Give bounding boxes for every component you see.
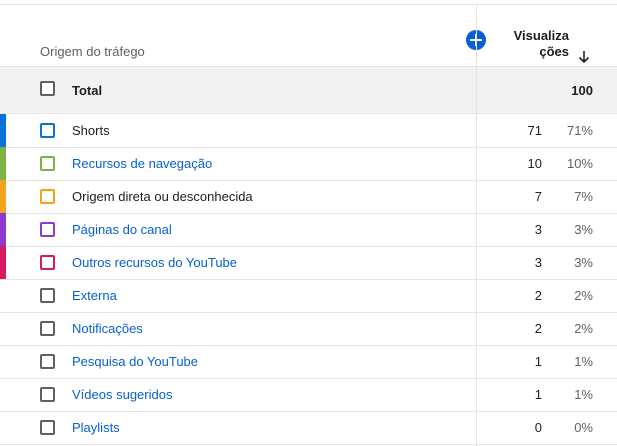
table-row: Recursos de navegação 10 10% xyxy=(0,147,617,181)
series-color-bar xyxy=(0,180,6,213)
row-views-value: 1 xyxy=(534,387,542,402)
row-label[interactable]: Recursos de navegação xyxy=(72,156,212,171)
row-views-value: 1 xyxy=(534,354,542,369)
row-checkbox[interactable] xyxy=(40,420,55,435)
table-row: Shorts 71 71% xyxy=(0,114,617,148)
total-label: Total xyxy=(72,83,103,98)
row-views-value: 3 xyxy=(534,222,542,237)
row-views-percent: 3% xyxy=(574,255,593,270)
row-views-value: 10 xyxy=(527,156,542,171)
table-row: Outros recursos do YouTube 3 3% xyxy=(0,246,617,280)
row-views-value: 0 xyxy=(534,420,542,435)
row-views-value: 2 xyxy=(534,288,542,303)
row-views-percent: 2% xyxy=(574,288,593,303)
row-checkbox[interactable] xyxy=(40,123,55,138)
row-label[interactable]: Outros recursos do YouTube xyxy=(72,255,237,270)
row-label[interactable]: Externa xyxy=(72,288,117,303)
row-checkbox[interactable] xyxy=(40,189,55,204)
row-views-percent: 2% xyxy=(574,321,593,336)
total-checkbox[interactable] xyxy=(40,81,55,96)
table-row: Notificações 2 2% xyxy=(0,312,617,346)
row-views-percent: 0% xyxy=(574,420,593,435)
row-label[interactable]: Vídeos sugeridos xyxy=(72,387,172,402)
column-divider xyxy=(476,4,477,446)
table-row: Externa 2 2% xyxy=(0,279,617,313)
row-views-percent: 3% xyxy=(574,222,593,237)
row-views-value: 2 xyxy=(534,321,542,336)
views-column-header[interactable]: Visualiza ções xyxy=(514,28,569,60)
row-views-percent: 1% xyxy=(574,387,593,402)
row-views-percent: 71% xyxy=(566,123,593,138)
row-label[interactable]: Notificações xyxy=(72,321,143,336)
series-color-bar xyxy=(0,246,6,279)
arrow-down-icon[interactable] xyxy=(578,50,590,64)
row-checkbox[interactable] xyxy=(40,156,55,171)
row-checkbox[interactable] xyxy=(40,354,55,369)
series-color-bar xyxy=(0,147,6,180)
table-row: Origem direta ou desconhecida 7 7% xyxy=(0,180,617,214)
row-label[interactable]: Pesquisa do YouTube xyxy=(72,354,198,369)
row-label[interactable]: Playlists xyxy=(72,420,120,435)
table-header: Origem do tráfego Visualiza ções xyxy=(0,5,617,67)
row-checkbox[interactable] xyxy=(40,255,55,270)
row-label[interactable]: Páginas do canal xyxy=(72,222,172,237)
row-views-percent: 7% xyxy=(574,189,593,204)
row-label: Origem direta ou desconhecida xyxy=(72,189,253,204)
series-color-bar xyxy=(0,213,6,246)
row-views-value: 7 xyxy=(534,189,542,204)
row-views-value: 3 xyxy=(534,255,542,270)
row-views-percent: 1% xyxy=(574,354,593,369)
row-checkbox[interactable] xyxy=(40,321,55,336)
table-row: Páginas do canal 3 3% xyxy=(0,213,617,247)
row-label: Shorts xyxy=(72,123,110,138)
traffic-source-column-header: Origem do tráfego xyxy=(40,44,145,59)
row-checkbox[interactable] xyxy=(40,288,55,303)
total-value: 100 xyxy=(571,83,593,98)
total-row: Total 100 xyxy=(0,67,617,114)
series-color-bar xyxy=(0,114,6,147)
row-checkbox[interactable] xyxy=(40,387,55,402)
table-row: Playlists 0 0% xyxy=(0,411,617,445)
table-row: Vídeos sugeridos 1 1% xyxy=(0,378,617,412)
row-checkbox[interactable] xyxy=(40,222,55,237)
table-row: Pesquisa do YouTube 1 1% xyxy=(0,345,617,379)
row-views-value: 71 xyxy=(527,123,542,138)
row-views-percent: 10% xyxy=(566,156,593,171)
